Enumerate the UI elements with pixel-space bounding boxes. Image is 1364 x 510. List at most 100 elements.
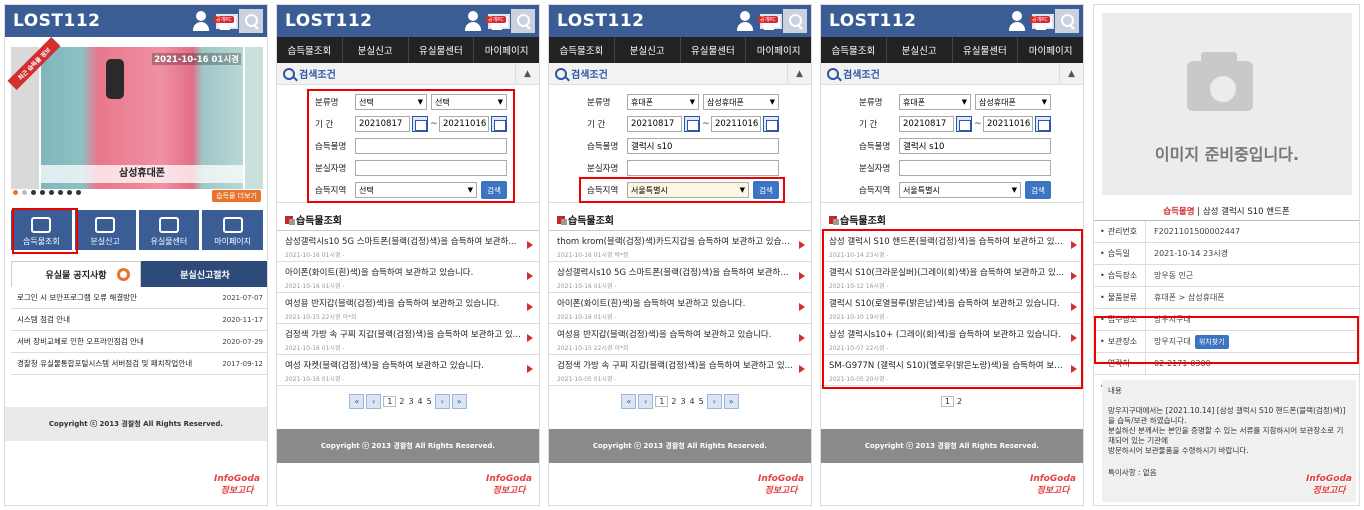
nav-lost-center[interactable]: 유실물센터 (953, 37, 1019, 63)
page-number[interactable]: 4 (689, 397, 696, 406)
collapse-icon[interactable]: ▲ (515, 63, 539, 85)
collapse-icon[interactable]: ▲ (1059, 63, 1083, 85)
public-pc-icon[interactable]: 공개PC (758, 10, 782, 32)
date-to-input[interactable]: 20211016 (983, 116, 1033, 132)
first-page-button[interactable]: « (621, 393, 637, 409)
owner-name-input[interactable] (627, 160, 779, 176)
search-condition-bar[interactable]: 검색조건 ▲ (277, 63, 539, 85)
prev-page-button[interactable]: ‹ (366, 393, 382, 409)
tab-report-procedure[interactable]: 분실신고절차 (141, 261, 267, 287)
date-to-input[interactable]: 20211016 (711, 116, 761, 132)
nav-lost-report[interactable]: 분실신고 (343, 37, 409, 63)
page-number[interactable]: 2 (956, 397, 963, 406)
table-row[interactable]: 검정색 가방 속 구찌 지갑(블랙(검정)색)을 습득하여 보관하고 있... 2… (549, 355, 811, 386)
list-item[interactable]: 서버 장비교체로 인한 오프라인점검 안내 2020-07-29 (11, 331, 267, 353)
calendar-icon[interactable] (956, 116, 972, 132)
tile-mypage[interactable]: 마이페이지 (202, 210, 263, 250)
tile-lost-center[interactable]: 유실물센터 (138, 210, 200, 250)
page-number[interactable]: 5 (426, 397, 433, 406)
app-logo[interactable]: LOST112 (13, 11, 101, 31)
page-number[interactable]: 3 (407, 397, 414, 406)
table-row[interactable]: 여성용 반지갑(블랙(검정)색)을 습득하여 보관하고 있습니다. 2021-10… (549, 324, 811, 355)
nav-mypage[interactable]: 마이페이지 (1018, 37, 1083, 63)
user-icon[interactable] (735, 10, 755, 32)
public-pc-icon[interactable]: 공개PC (1030, 10, 1054, 32)
public-pc-icon[interactable]: 공개PC (486, 10, 510, 32)
app-logo[interactable]: LOST112 (829, 11, 917, 31)
nav-mypage[interactable]: 마이페이지 (474, 37, 539, 63)
table-row[interactable]: 검정색 가방 속 구찌 지갑(블랙(검정)색)을 습득하여 보관하고 있... 2… (277, 324, 539, 355)
list-item[interactable]: 시스템 점검 안내 2020-11-17 (11, 309, 267, 331)
nav-lost-center[interactable]: 유실물센터 (681, 37, 747, 63)
list-item[interactable]: 경찰청 유실물통합포털시스템 서버점검 및 패치작업안내 2017-09-12 (11, 353, 267, 375)
table-row[interactable]: 아이폰(화이트(흰)색)을 습득하여 보관하고 있습니다. 2021-10-16 … (277, 262, 539, 293)
calendar-icon[interactable] (763, 116, 779, 132)
last-page-button[interactable]: » (451, 393, 467, 409)
page-number[interactable]: 2 (670, 397, 677, 406)
page-number[interactable]: 2 (398, 397, 405, 406)
search-condition-bar[interactable]: 검색조건 ▲ (821, 63, 1083, 85)
table-row[interactable]: 삼성갤럭시s10 5G 스마트폰(블랙(검정)색)을 습득하여 보관하... 20… (277, 231, 539, 262)
item-name-input[interactable]: 갤럭시 s10 (627, 138, 779, 154)
banner-next-slide[interactable] (245, 47, 263, 189)
next-page-button[interactable]: › (434, 393, 450, 409)
more-items-button[interactable]: 습득물 더보기 (212, 190, 261, 202)
page-number[interactable]: 1 (655, 395, 669, 407)
item-name-input[interactable]: 갤럭시 s10 (899, 138, 1051, 154)
footer: Copyright ⓒ 2013 경찰청 All Rights Reserved… (5, 407, 267, 441)
page-number[interactable]: 5 (698, 397, 705, 406)
nav-found-search[interactable]: 습득물조회 (821, 37, 887, 63)
collapse-icon[interactable]: ▲ (787, 63, 811, 85)
category-select-1[interactable]: 휴대폰 ▼ (899, 94, 971, 110)
first-page-button[interactable]: « (349, 393, 365, 409)
search-icon[interactable] (1055, 9, 1079, 33)
page-number[interactable]: 1 (383, 395, 397, 407)
select-value: 삼성휴대폰 (707, 97, 744, 107)
tile-lost-report[interactable]: 분실신고 (74, 210, 136, 250)
nav-found-search[interactable]: 습득물조회 (549, 37, 615, 63)
user-icon[interactable] (463, 10, 483, 32)
table-row[interactable]: 여성용 반지갑(블랙(검정)색)을 습득하여 보관하고 있습니다. 2021-10… (277, 293, 539, 324)
calendar-icon[interactable] (1035, 116, 1051, 132)
table-row[interactable]: thom krom(블랙(검정)색)카드지갑을 습득하여 보관하고 있습니...… (549, 231, 811, 262)
search-screen-filled: LOST112 공개PC 습득물조회 분실신고 유실물센터 마이페이지 검색조건… (548, 4, 812, 506)
prev-page-button[interactable]: ‹ (638, 393, 654, 409)
page-number[interactable]: 1 (940, 395, 954, 407)
page-number[interactable]: 4 (417, 397, 424, 406)
owner-name-input[interactable] (899, 160, 1051, 176)
table-row[interactable]: 여성 자켓(블랙(검정)색)을 습득하여 보관하고 있습니다. 2021-10-1… (277, 355, 539, 386)
app-logo[interactable]: LOST112 (557, 11, 645, 31)
next-page-button[interactable]: › (706, 393, 722, 409)
search-button[interactable]: 검색 (1025, 181, 1051, 199)
user-icon[interactable] (191, 10, 211, 32)
app-logo[interactable]: LOST112 (285, 11, 373, 31)
nav-lost-report[interactable]: 분실신고 (887, 37, 953, 63)
public-pc-icon[interactable]: 공개PC (214, 10, 238, 32)
slide-dots[interactable] (13, 190, 81, 195)
nav-found-search[interactable]: 습득물조회 (277, 37, 343, 63)
search-icon[interactable] (239, 9, 263, 33)
table-row[interactable]: 삼성갤럭시s10 5G 스마트폰(블랙(검정)색)을 습득하여 보관하... 20… (549, 262, 811, 293)
recent-item-banner[interactable]: 2021-10-16 01시경 삼성휴대폰 최근 습득물 정보 습득물 더보기 (7, 36, 263, 203)
last-page-button[interactable]: » (723, 393, 739, 409)
nav-lost-report[interactable]: 분실신고 (615, 37, 681, 63)
nav-lost-center[interactable]: 유실물센터 (409, 37, 475, 63)
search-condition-bar[interactable]: 검색조건 ▲ (549, 63, 811, 85)
category-select-2[interactable]: 삼성휴대폰 ▼ (703, 94, 779, 110)
settings-icon[interactable] (117, 268, 130, 281)
date-from-input[interactable]: 20210817 (899, 116, 954, 132)
item-photo-placeholder: 이미지 준비중입니다. (1102, 13, 1352, 195)
search-icon[interactable] (783, 9, 807, 33)
table-row[interactable]: 아이폰(화이트(흰)색)을 습득하여 보관하고 있습니다. 2021-10-16 … (549, 293, 811, 324)
page-number[interactable]: 3 (679, 397, 686, 406)
search-icon[interactable] (511, 9, 535, 33)
user-icon[interactable] (1007, 10, 1027, 32)
date-from-input[interactable]: 20210817 (627, 116, 682, 132)
category-select-2[interactable]: 삼성휴대폰 ▼ (975, 94, 1051, 110)
category-select-1[interactable]: 휴대폰 ▼ (627, 94, 699, 110)
region-select[interactable]: 서울특별시 ▼ (899, 182, 1021, 198)
calendar-icon[interactable] (684, 116, 700, 132)
nav-mypage[interactable]: 마이페이지 (746, 37, 811, 63)
tab-notices[interactable]: 유실물 공지사항 (11, 261, 141, 287)
list-item[interactable]: 로그인 시 보안프로그램 오류 해결방안 2021-07-07 (11, 287, 267, 309)
